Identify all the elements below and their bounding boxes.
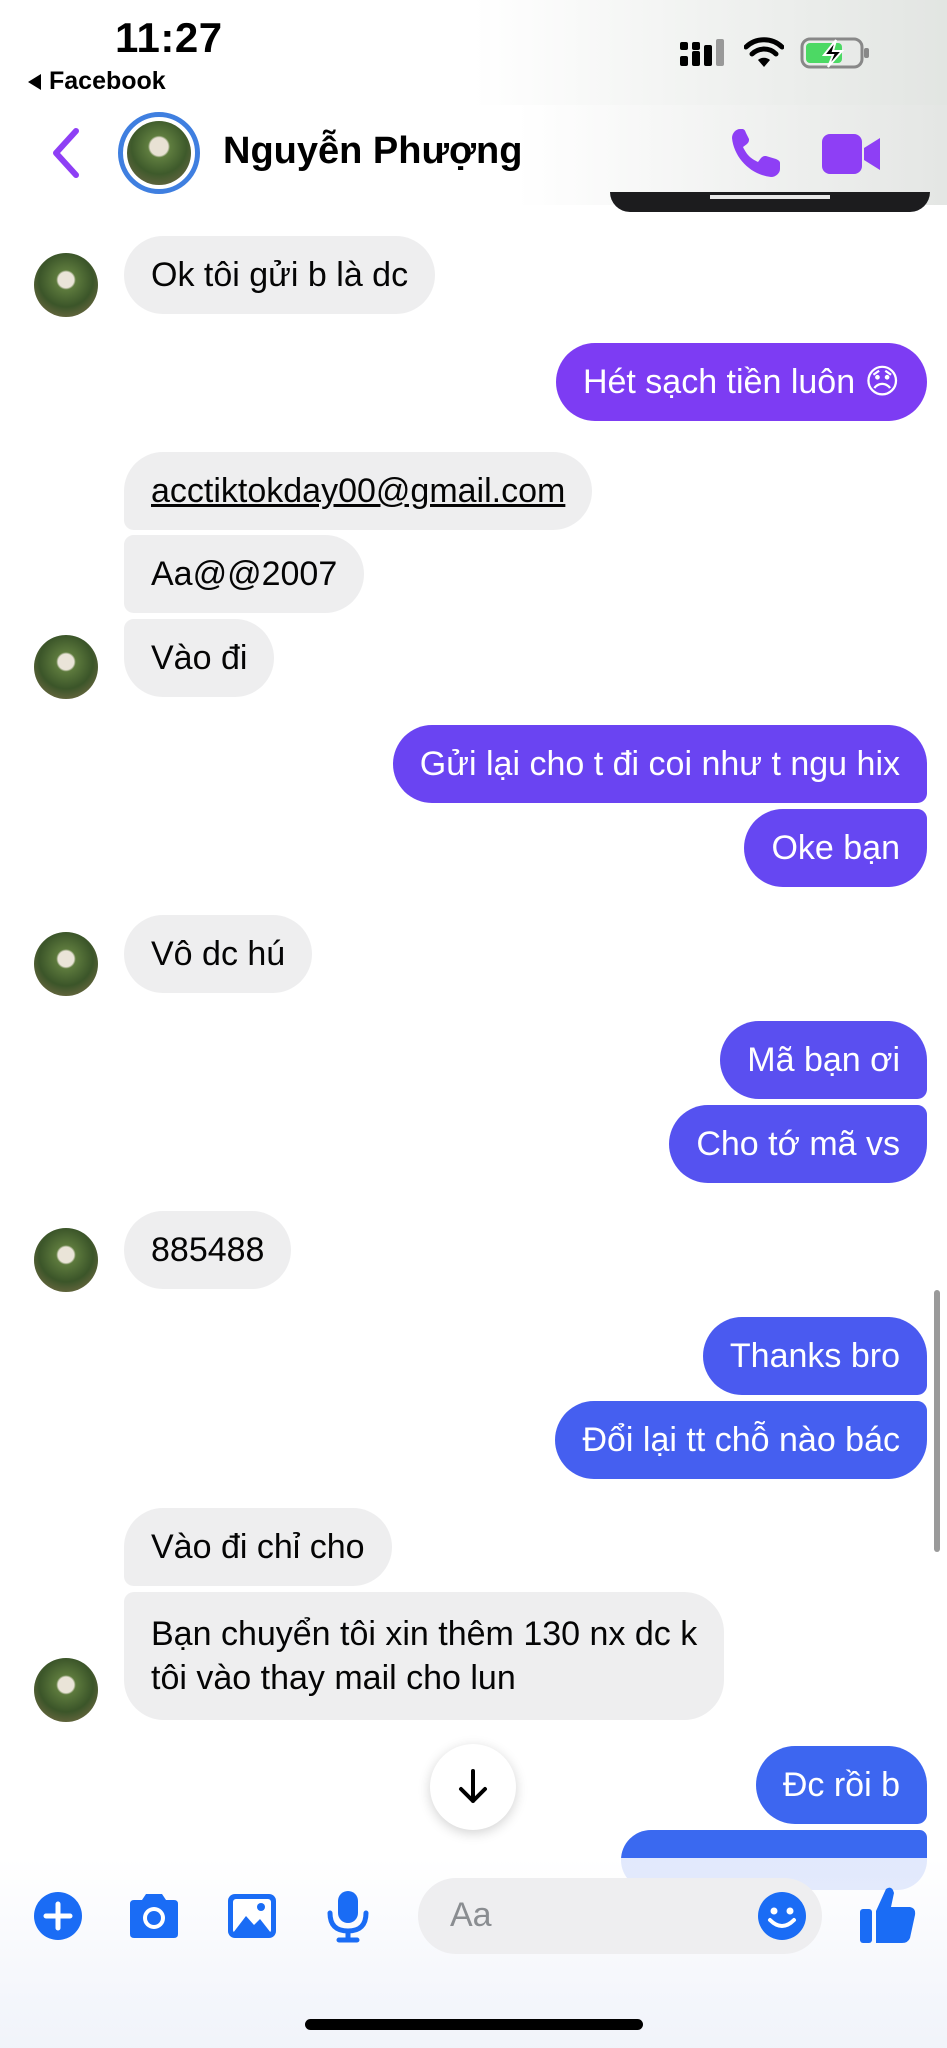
status-icons [680,36,872,70]
message-incoming[interactable]: Vào đi [124,619,275,697]
message-line: Bạn chuyển tôi xin thêm 130 nx dc k [151,1615,698,1653]
message-incoming[interactable]: Vô dc hú [124,915,313,993]
thumbs-up-icon[interactable] [858,1883,918,1945]
plus-circle-icon [34,1892,82,1940]
message-outgoing[interactable]: Đổi lại tt chỗ nào bác [555,1401,927,1479]
cellular-signal-icon [680,39,724,66]
sender-avatar [34,1658,98,1722]
sender-avatar [34,635,98,699]
smile-icon[interactable] [756,1890,808,1942]
message-outgoing[interactable]: Thanks bro [702,1317,927,1395]
back-app-label: Facebook [49,67,166,95]
status-bar: 11:27 Facebook [0,0,947,105]
add-button[interactable] [30,1888,86,1944]
sender-avatar [34,1228,98,1292]
message-input-placeholder: Aa [450,1896,492,1934]
message-outgoing[interactable]: Đc rồi b [755,1746,927,1824]
contact-avatar[interactable] [118,112,200,194]
chevron-left-icon[interactable] [48,125,84,181]
message-incoming-multiline[interactable]: Bạn chuyển tôi xin thêm 130 nx dc k tôi … [124,1592,725,1720]
arrow-down-icon [459,1769,487,1803]
back-triangle-icon [28,73,41,90]
message-outgoing[interactable]: Gửi lại cho t đi coi như t ngu hix [392,725,927,803]
status-time: 11:27 [115,14,223,61]
voice-button[interactable] [320,1888,376,1944]
message-line: tôi vào thay mail cho lun [151,1659,516,1697]
message-incoming[interactable]: Aa@@2007 [124,535,365,613]
message-outgoing[interactable]: Mã bạn ơi [720,1021,927,1099]
message-incoming[interactable]: Vào đi chỉ cho [124,1508,392,1586]
camera-icon [130,1894,178,1938]
avatar-image [127,121,191,185]
image-icon [228,1894,276,1938]
message-outgoing[interactable]: Oke bạn [744,809,927,887]
gallery-button[interactable] [224,1888,280,1944]
camera-button[interactable] [126,1888,182,1944]
video-camera-icon[interactable] [820,128,884,180]
message-outgoing[interactable]: Hét sạch tiền luôn 😞 [555,343,927,421]
message-incoming[interactable]: 885488 [124,1211,292,1289]
scroll-to-bottom-button[interactable] [430,1744,516,1830]
microphone-icon [327,1891,369,1943]
phone-icon[interactable] [728,125,784,181]
wifi-icon [744,37,784,67]
battery-charging-icon [800,37,869,69]
sender-avatar [34,253,98,317]
message-incoming-email-link[interactable]: acctiktokday00@gmail.com [124,452,593,530]
contact-name[interactable]: Nguyễn Phượng [223,130,522,173]
message-outgoing[interactable]: Cho tớ mã vs [669,1105,927,1183]
partial-media-preview [610,192,930,212]
back-to-app-link[interactable]: Facebook [28,67,166,96]
home-indicator[interactable] [305,2019,643,2030]
message-incoming[interactable]: Ok tôi gửi b là dc [124,236,436,314]
sender-avatar [34,932,98,996]
scroll-indicator[interactable] [934,1290,940,1552]
